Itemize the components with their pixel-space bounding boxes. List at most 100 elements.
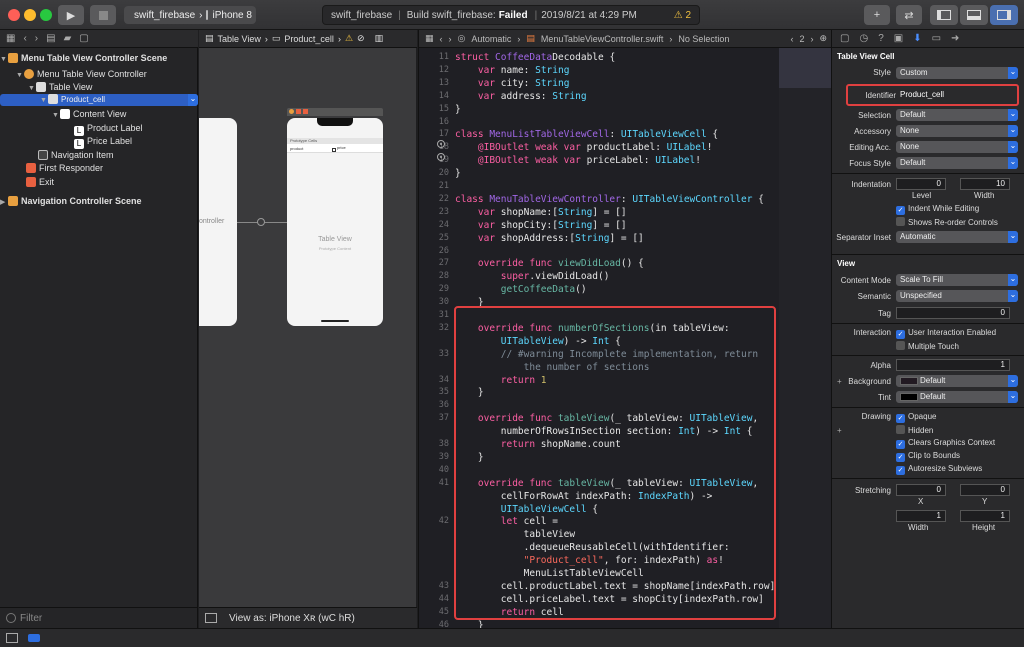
cell-price-label[interactable]: price [337, 145, 346, 150]
selection-select[interactable]: Default [896, 109, 1018, 121]
close-window-button[interactable] [8, 9, 20, 21]
outline-row-content-view[interactable]: ▼ Content View [0, 108, 198, 121]
code-minimap[interactable] [779, 48, 831, 628]
related-items-icon[interactable]: ◎ [458, 33, 466, 44]
code-line[interactable]: struct CoffeeDataDecodable { [455, 52, 615, 63]
code-line[interactable]: var shopCity:[String] = [] [455, 220, 627, 231]
add-variation-icon[interactable]: + [837, 377, 842, 386]
outline-row-first-responder[interactable]: First Responder [0, 162, 198, 175]
code-line[interactable]: var address: String [455, 91, 587, 102]
focus-style-select[interactable]: Default [896, 157, 1018, 169]
code-line[interactable]: @IBOutlet weak var priceLabel: UILabel! [455, 155, 701, 166]
history-inspector-icon[interactable]: ◷ [859, 33, 868, 44]
back-arrow-icon[interactable]: ‹ [440, 34, 443, 44]
outlet-connection-icon[interactable] [437, 153, 445, 161]
file-inspector-icon[interactable]: ▢ [840, 33, 849, 44]
code-line[interactable]: var name: String [455, 65, 570, 76]
outline-row-exit[interactable]: Exit [0, 176, 198, 189]
library-button[interactable]: + [864, 5, 890, 25]
style-select[interactable]: Custom [896, 67, 1018, 79]
stretch-y-field[interactable]: 0 [960, 484, 1010, 496]
stretch-width-field[interactable]: 1 [896, 510, 946, 522]
run-button[interactable]: ▶ [58, 5, 84, 25]
code-line[interactable]: var shopName:[String] = [] [455, 207, 627, 218]
indent-while-editing-checkbox[interactable]: ✓ Indent While Editing [896, 204, 979, 215]
breakpoints-icon[interactable] [28, 634, 40, 642]
add-editor-icon[interactable]: ⊕ [819, 33, 827, 44]
clip-to-bounds-checkbox[interactable]: ✓ Clip to Bounds [896, 451, 960, 462]
code-line[interactable]: var city: String [455, 78, 570, 89]
link-icon[interactable]: ⊘ [357, 33, 365, 44]
outline-row-menu-controller[interactable]: ▼ Menu Table View Controller [0, 68, 198, 81]
help-inspector-icon[interactable]: ? [878, 33, 884, 44]
navigation-controller-preview[interactable]: ontroller [199, 118, 237, 326]
toggle-navigator-button[interactable] [930, 5, 958, 25]
code-line[interactable]: @IBOutlet weak var productLabel: UILabel… [455, 142, 713, 153]
outline-row-table-view[interactable]: ▼ Table View [0, 81, 198, 94]
storyboard-icon[interactable]: ▢ [79, 33, 88, 44]
code-line[interactable]: override func viewDidLoad() { [455, 258, 644, 269]
view-as-label[interactable]: View as: iPhone Xʀ (wC hR) [229, 613, 355, 624]
toggle-debug-button[interactable] [960, 5, 988, 25]
multiple-touch-checkbox[interactable]: Multiple Touch [896, 341, 959, 351]
scheme-selector[interactable]: swift_firebase › iPhone 8 [124, 6, 256, 24]
separator-inset-select[interactable]: Automatic [896, 231, 1018, 243]
stop-button[interactable] [90, 5, 116, 25]
code-line[interactable]: super.viewDidLoad() [455, 271, 610, 282]
outlet-connection-icon[interactable] [437, 140, 445, 148]
zoom-window-button[interactable] [40, 9, 52, 21]
outline-row-product-cell[interactable]: ▼ Product_cell [0, 94, 198, 106]
disclosure-down-icon[interactable]: ▼ [40, 95, 48, 107]
editor-file-name[interactable]: MenuTableViewController.swift [541, 34, 663, 44]
view-as-bar[interactable]: View as: iPhone Xʀ (wC hR) [199, 607, 417, 628]
identity-inspector-icon[interactable]: ▣ [894, 33, 903, 44]
opaque-checkbox[interactable]: ✓ Opaque [896, 412, 936, 423]
file-icon[interactable]: ▤ [46, 33, 55, 44]
forward-arrow-icon[interactable]: › [449, 34, 452, 44]
cell-product-label[interactable]: product [290, 146, 303, 151]
reorder-controls-checkbox[interactable]: Shows Re-order Controls [896, 217, 998, 227]
forward-arrow-icon[interactable]: › [810, 34, 813, 44]
outline-row-navigation-scene[interactable]: ▶ Navigation Controller Scene [0, 195, 198, 208]
code-line[interactable]: } [455, 104, 461, 115]
grid-icon[interactable]: ▦ [425, 33, 434, 44]
disclosure-down-icon[interactable]: ▼ [0, 53, 8, 66]
outline-row-menu-scene[interactable]: ▼ Menu Table View Controller Scene [0, 52, 198, 65]
minimap-viewport[interactable] [779, 48, 831, 88]
minimize-window-button[interactable] [24, 9, 36, 21]
clears-graphics-checkbox[interactable]: ✓ Clears Graphics Context [896, 438, 995, 449]
assistant-mode[interactable]: Automatic [471, 34, 511, 44]
autoresize-subviews-checkbox[interactable]: ✓ Autoresize Subviews [896, 464, 982, 475]
jump-product-cell[interactable]: Product_cell [284, 34, 334, 44]
back-arrow-icon[interactable]: ‹ [790, 34, 793, 44]
code-line[interactable]: var shopAddress:[String] = [] [455, 233, 644, 244]
width-stepper[interactable]: 10 [960, 178, 1010, 190]
editor-selection[interactable]: No Selection [678, 34, 729, 44]
code-line[interactable]: } [455, 168, 461, 179]
jump-table-view[interactable]: Table View [218, 34, 261, 44]
outline-row-product-label[interactable]: L Product Label [0, 122, 198, 136]
outline-toggle-icon[interactable] [205, 613, 217, 623]
disclosure-down-icon[interactable]: ▼ [52, 109, 60, 122]
segue-icon[interactable] [257, 218, 265, 226]
code-line[interactable]: class MenuTableViewController: UITableVi… [455, 194, 764, 205]
code-line[interactable]: getCoffeeData() [455, 284, 587, 295]
back-arrow-icon[interactable]: ‹ [23, 33, 26, 44]
code-review-button[interactable]: ⇄ [896, 5, 922, 25]
folder-icon[interactable]: ▰ [64, 33, 72, 44]
outline-filter[interactable]: Filter [0, 607, 198, 628]
forward-arrow-icon[interactable]: › [35, 33, 38, 44]
add-variation-icon[interactable]: + [837, 426, 842, 435]
hide-debug-area-icon[interactable] [6, 633, 18, 643]
prototype-cell[interactable]: product price [287, 144, 383, 153]
connections-inspector-icon[interactable]: ➜ [951, 33, 959, 44]
identifier-field[interactable]: Product_cell [898, 89, 1012, 101]
toggle-inspector-button[interactable] [990, 5, 1018, 25]
user-interaction-checkbox[interactable]: ✓ User Interaction Enabled [896, 328, 996, 339]
editing-accessory-select[interactable]: None [896, 141, 1018, 153]
split-editor-icon[interactable]: ▥ [375, 33, 384, 44]
outline-row-price-label[interactable]: L Price Label [0, 135, 198, 149]
stretch-height-field[interactable]: 1 [960, 510, 1010, 522]
selection-handle[interactable] [332, 148, 336, 152]
stretch-x-field[interactable]: 0 [896, 484, 946, 496]
